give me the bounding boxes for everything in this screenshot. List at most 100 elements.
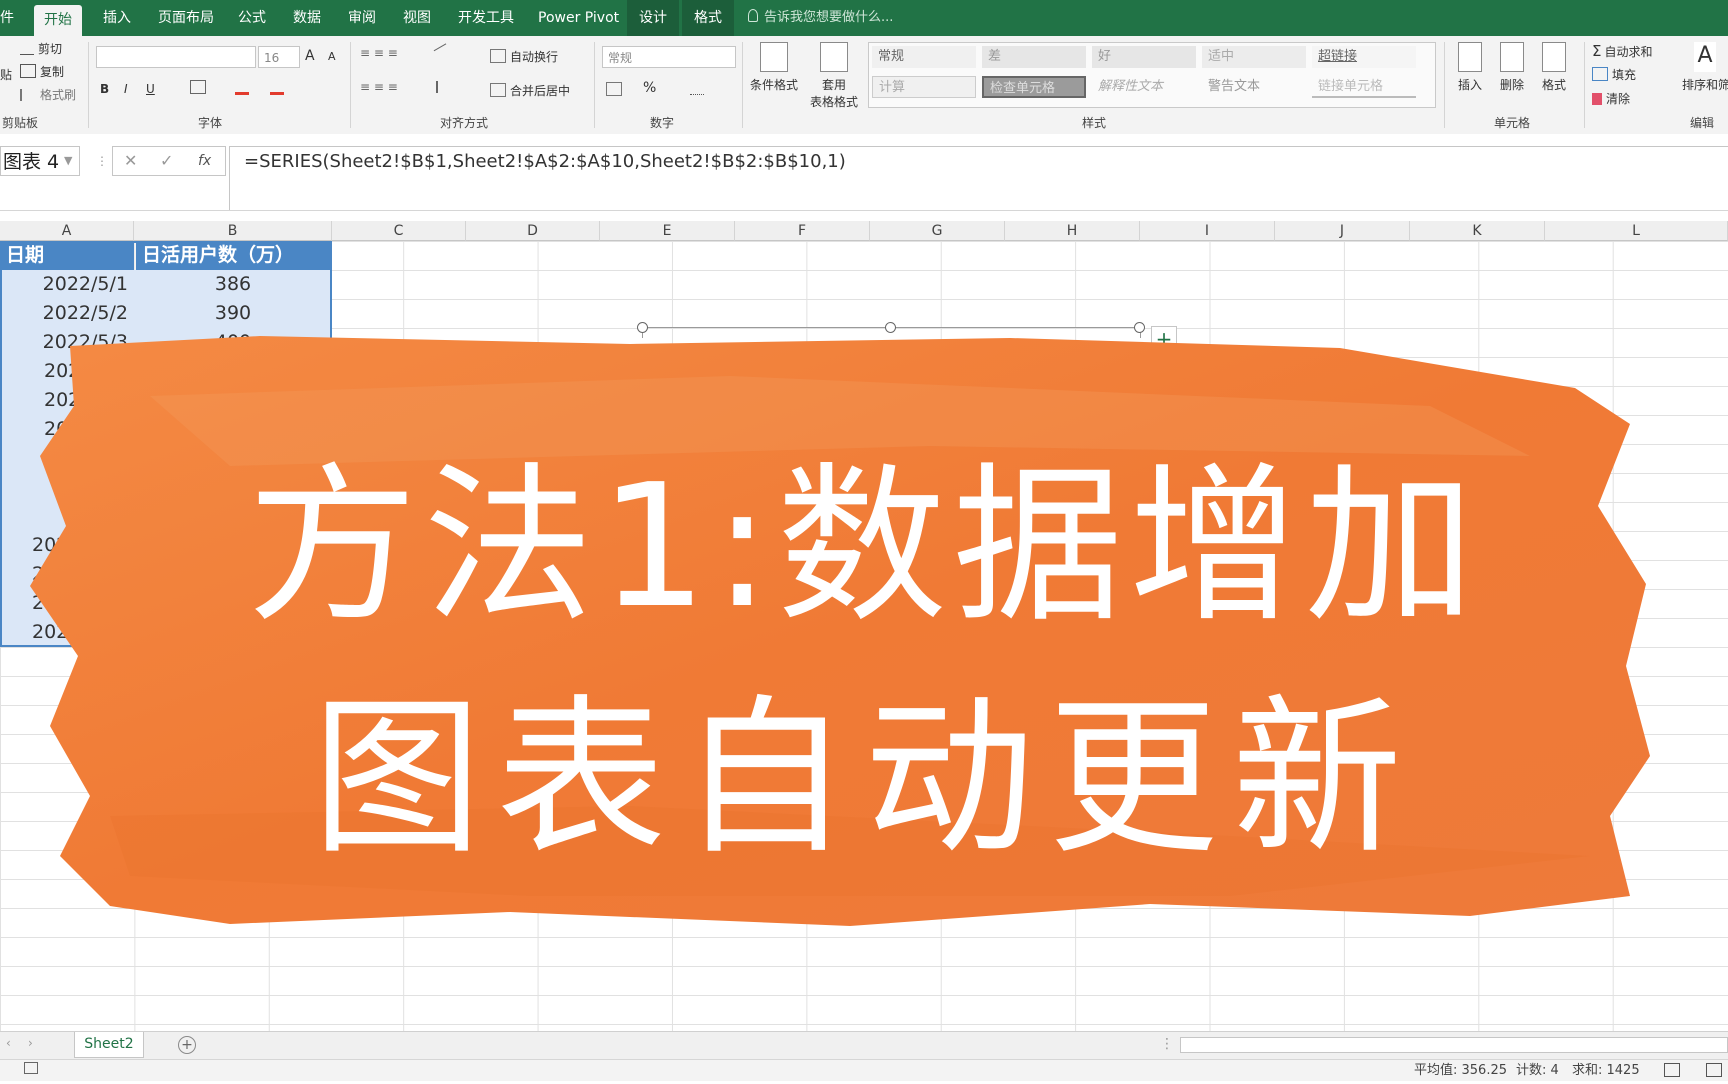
- style-calculation[interactable]: 计算: [872, 76, 976, 98]
- fill-button[interactable]: 填充: [1592, 66, 1636, 83]
- insert-function-icon[interactable]: fx: [198, 146, 211, 176]
- grow-font-button[interactable]: A: [305, 48, 315, 64]
- fill-label: 填充: [1612, 68, 1637, 82]
- clear-button[interactable]: 清除: [1592, 90, 1630, 107]
- paste-button[interactable]: 贴: [0, 66, 12, 83]
- tell-me-box[interactable]: 告诉我您想要做什么...: [748, 0, 893, 36]
- tab-developer[interactable]: 开发工具: [458, 0, 514, 36]
- indent-icon: [436, 81, 452, 93]
- tab-chart-design[interactable]: 设计: [627, 0, 679, 36]
- column-header-l[interactable]: L: [1545, 221, 1728, 241]
- cell-a2[interactable]: 2022/5/1: [0, 270, 134, 299]
- sheet-tab-sheet2[interactable]: Sheet2: [74, 1032, 144, 1058]
- chart-resize-handle[interactable]: [885, 322, 896, 333]
- tab-file[interactable]: 件: [0, 0, 14, 36]
- percent-button[interactable]: %: [643, 80, 656, 96]
- style-linked-cell[interactable]: 链接单元格: [1312, 76, 1416, 98]
- style-good[interactable]: 好: [1092, 46, 1196, 68]
- wrap-text-icon: [490, 49, 506, 63]
- cell-b2[interactable]: 386: [134, 270, 332, 299]
- orientation-button[interactable]: [433, 43, 454, 62]
- cell-b1[interactable]: 日活用户数（万）: [136, 241, 332, 270]
- align-top-button[interactable]: ≡ ≡ ≡: [360, 46, 398, 60]
- cut-button[interactable]: 剪切: [20, 40, 62, 57]
- copy-button[interactable]: 复制: [20, 63, 64, 80]
- align-left-button[interactable]: ≡ ≡ ≡: [360, 80, 398, 94]
- merge-center-button[interactable]: 合并后居中: [490, 82, 570, 99]
- italic-button[interactable]: I: [124, 82, 128, 96]
- column-header-i[interactable]: I: [1140, 221, 1275, 241]
- tab-insert[interactable]: 插入: [103, 0, 131, 36]
- number-format-box[interactable]: 常规: [602, 46, 736, 68]
- column-header-h[interactable]: H: [1005, 221, 1140, 241]
- page-layout-view-icon[interactable]: [1706, 1063, 1722, 1084]
- column-header-f[interactable]: F: [735, 221, 870, 241]
- font-name-box[interactable]: [96, 46, 256, 68]
- increase-decimal-button[interactable]: [690, 82, 708, 96]
- column-header-a[interactable]: A: [0, 221, 134, 241]
- column-header-g[interactable]: G: [870, 221, 1005, 241]
- format-painter-button[interactable]: 格式刷: [20, 86, 76, 103]
- tab-review[interactable]: 审阅: [348, 0, 376, 36]
- add-sheet-icon[interactable]: +: [178, 1036, 196, 1054]
- fill-color-button[interactable]: [235, 80, 253, 96]
- wrap-text-button[interactable]: 自动换行: [490, 48, 558, 65]
- tab-formulas[interactable]: 公式: [238, 0, 266, 36]
- font-size-box[interactable]: 16: [258, 46, 300, 68]
- column-header-e[interactable]: E: [600, 221, 735, 241]
- tab-data[interactable]: 数据: [293, 0, 321, 36]
- conditional-format-icon: [760, 42, 788, 72]
- sort-filter-button[interactable]: A 排序和筛: [1682, 42, 1728, 93]
- tab-power-pivot[interactable]: Power Pivot: [538, 0, 619, 36]
- font-color-button[interactable]: [270, 80, 288, 96]
- name-box-dropdown-icon[interactable]: ▼: [64, 146, 72, 176]
- column-header-d[interactable]: D: [466, 221, 600, 241]
- format-painter-label: 格式刷: [40, 88, 77, 102]
- style-warning[interactable]: 警告文本: [1202, 76, 1306, 98]
- column-header-b[interactable]: B: [134, 221, 332, 241]
- tell-me-text: 告诉我您想要做什么...: [764, 10, 894, 25]
- chart-resize-handle[interactable]: [637, 322, 648, 333]
- style-hyperlink[interactable]: 超链接: [1312, 46, 1416, 68]
- underline-button[interactable]: U: [146, 82, 155, 96]
- borders-button[interactable]: [190, 80, 210, 95]
- style-explanatory[interactable]: 解释性文本: [1092, 76, 1196, 98]
- tab-split-handle[interactable]: ⋮: [1160, 1036, 1174, 1052]
- cell-a1[interactable]: 日期: [0, 241, 134, 270]
- tab-page-layout[interactable]: 页面布局: [158, 0, 214, 36]
- enter-icon[interactable]: ✓: [160, 146, 173, 176]
- column-header-k[interactable]: K: [1410, 221, 1545, 241]
- style-normal[interactable]: 常规: [872, 46, 976, 68]
- style-bad[interactable]: 差: [982, 46, 1086, 68]
- copy-label: 复制: [40, 65, 65, 79]
- shrink-font-button[interactable]: A: [328, 50, 336, 63]
- horizontal-scrollbar[interactable]: [1180, 1037, 1728, 1053]
- conditional-format-button[interactable]: 条件格式: [748, 42, 800, 93]
- table-format-label-1: 套用: [821, 78, 846, 92]
- delete-cells-button[interactable]: 删除: [1494, 42, 1530, 93]
- tab-view[interactable]: 视图: [403, 0, 431, 36]
- style-check-cell[interactable]: 检查单元格: [982, 76, 1086, 98]
- cancel-icon[interactable]: ✕: [124, 146, 137, 176]
- format-as-table-button[interactable]: 套用 表格格式: [806, 42, 862, 110]
- column-header-j[interactable]: J: [1275, 221, 1410, 241]
- tab-home[interactable]: 开始: [34, 5, 82, 36]
- bold-button[interactable]: B: [100, 82, 109, 96]
- sheet-scroll-left-icon[interactable]: ‹: [6, 1036, 11, 1050]
- tab-chart-format[interactable]: 格式: [682, 0, 734, 36]
- macro-record-icon[interactable]: [24, 1060, 38, 1081]
- autosum-button[interactable]: Σ 自动求和: [1592, 42, 1653, 60]
- normal-view-icon[interactable]: [1664, 1063, 1680, 1084]
- cell-a3[interactable]: 2022/5/2: [0, 299, 134, 328]
- format-cells-button[interactable]: 格式: [1536, 42, 1572, 93]
- indent-button[interactable]: [436, 80, 456, 94]
- chart-resize-handle[interactable]: [1134, 322, 1145, 333]
- sheet-scroll-right-icon[interactable]: ›: [28, 1036, 33, 1050]
- cells-group-label: 单元格: [1494, 116, 1531, 130]
- column-header-c[interactable]: C: [332, 221, 466, 241]
- insert-cells-button[interactable]: 插入: [1452, 42, 1488, 93]
- formula-input[interactable]: =SERIES(Sheet2!$B$1,Sheet2!$A$2:$A$10,Sh…: [229, 146, 1728, 210]
- accounting-button[interactable]: [606, 82, 626, 97]
- style-neutral[interactable]: 适中: [1202, 46, 1306, 68]
- cell-b3[interactable]: 390: [134, 299, 332, 328]
